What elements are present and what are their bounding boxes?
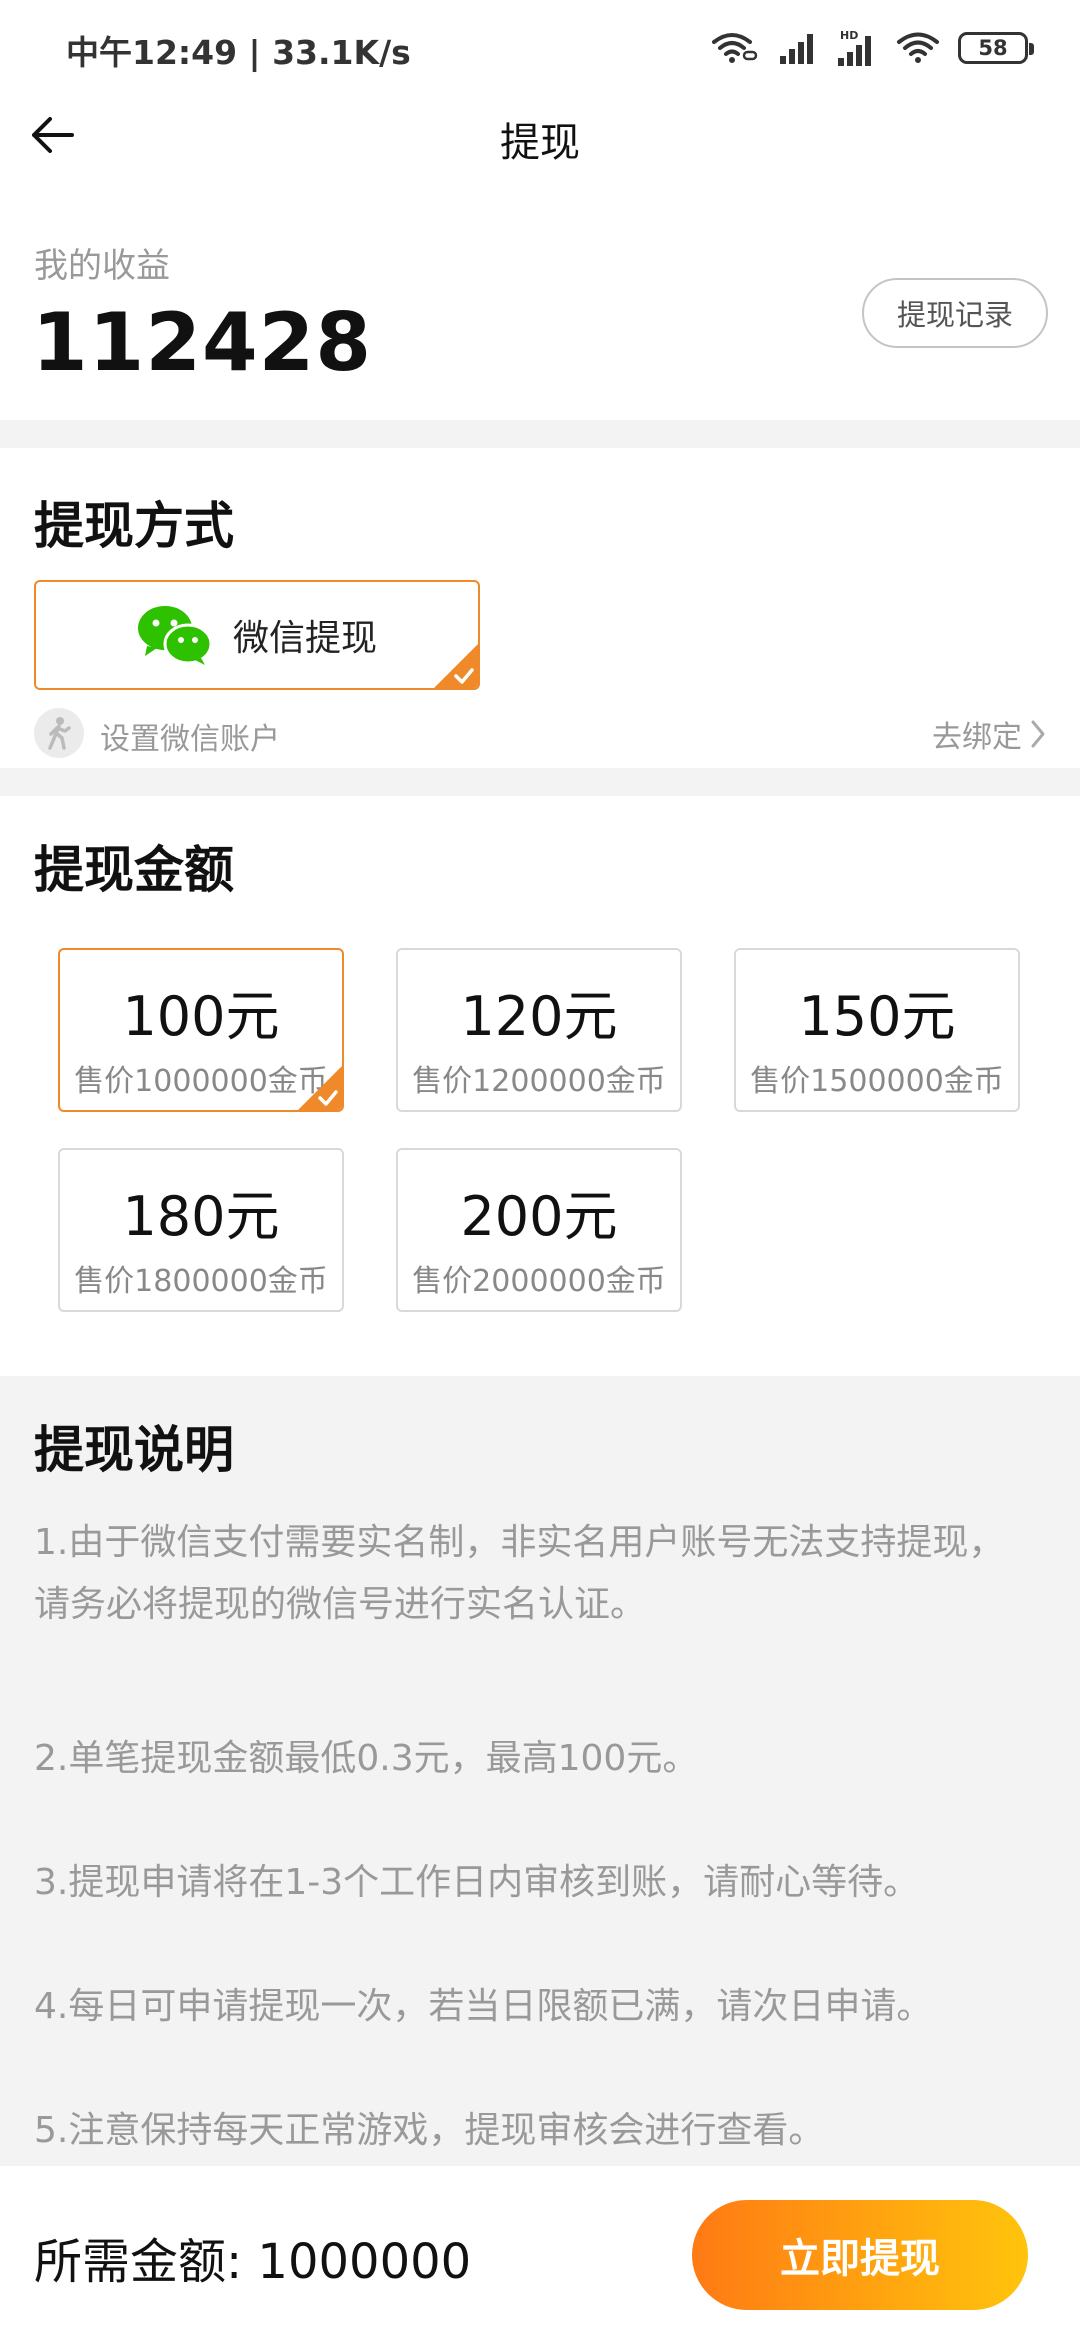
withdraw-now-button[interactable]: 立即提现 <box>692 2200 1028 2310</box>
wifi-link-icon <box>712 33 758 63</box>
amount-price: 售价1800000金币 <box>74 1264 328 1299</box>
required-amount: 所需金额: 1000000 <box>34 2234 472 2290</box>
hd-label: HD <box>840 29 858 42</box>
withdraw-record-button[interactable]: 提现记录 <box>862 278 1048 348</box>
note-item: 2.单笔提现金额最低0.3元，最高100元。 <box>34 1738 699 1779</box>
notes-title: 提现说明 <box>34 1421 234 1479</box>
bind-link-label: 去绑定 <box>932 720 1022 755</box>
section-divider <box>0 420 1080 448</box>
amount-price: 售价1500000金币 <box>750 1064 1004 1099</box>
withdraw-method-section: 提现方式 微信提现 设置微信账户 去绑定 <box>0 448 1080 768</box>
selected-check-icon <box>434 644 478 688</box>
earnings-section: 我的收益 112428 提现记录 <box>0 220 1080 420</box>
amount-price: 售价1200000金币 <box>412 1064 666 1099</box>
status-icons: HD 58 <box>710 28 1034 68</box>
wechat-withdraw-option[interactable]: 微信提现 <box>34 580 480 690</box>
amount-option-120[interactable]: 120元 售价1200000金币 <box>396 948 682 1112</box>
signal-icon <box>780 34 813 64</box>
amount-price: 售价2000000金币 <box>412 1264 666 1299</box>
amount-value: 120元 <box>460 985 618 1048</box>
bottom-bar: 所需金额: 1000000 立即提现 <box>0 2166 1080 2340</box>
bind-wechat-row[interactable]: 设置微信账户 去绑定 <box>34 706 1046 762</box>
earnings-value: 112428 <box>32 296 372 389</box>
page-title: 提现 <box>500 120 580 166</box>
selected-check-icon <box>298 1066 342 1110</box>
amount-option-100[interactable]: 100元 售价1000000金币 <box>58 948 344 1112</box>
withdraw-notes-section: 提现说明 1.由于微信支付需要实名制，非实名用户账号无法支持提现，请务必将提现的… <box>0 1376 1080 2166</box>
amount-value: 200元 <box>460 1185 618 1248</box>
wechat-icon <box>137 606 213 665</box>
nav-bar: 提现 <box>0 96 1080 176</box>
amount-option-150[interactable]: 150元 售价1500000金币 <box>734 948 1020 1112</box>
note-item: 3.提现申请将在1-3个工作日内审核到账，请耐心等待。 <box>34 1862 920 1903</box>
withdraw-page: 中午12:49 | 33.1K/s HD 58 提现 我的收益 112428 提… <box>0 0 1080 2340</box>
walking-person-icon <box>34 708 84 758</box>
hd-signal-icon: HD <box>838 29 871 66</box>
battery-level: 58 <box>978 36 1008 60</box>
status-bar: 中午12:49 | 33.1K/s HD 58 <box>0 0 1080 96</box>
amount-option-180[interactable]: 180元 售价1800000金币 <box>58 1148 344 1312</box>
amount-value: 180元 <box>122 1185 280 1248</box>
earnings-label: 我的收益 <box>34 246 170 286</box>
amount-title: 提现金额 <box>34 841 234 899</box>
bind-link[interactable]: 去绑定 <box>932 712 1046 756</box>
section-divider <box>0 768 1080 796</box>
status-time-speed: 中午12:49 | 33.1K/s <box>66 33 411 72</box>
method-title: 提现方式 <box>34 497 234 555</box>
wechat-option-label: 微信提现 <box>232 618 377 659</box>
battery-icon: 58 <box>958 32 1034 64</box>
amount-value: 150元 <box>798 985 956 1048</box>
amount-option-200[interactable]: 200元 售价2000000金币 <box>396 1148 682 1312</box>
withdraw-amount-section: 提现金额 100元 售价1000000金币 120元 售价1200000金币 1… <box>0 796 1080 1376</box>
bind-wechat-label: 设置微信账户 <box>100 722 280 757</box>
note-item: 1.由于微信支付需要实名制，非实名用户账号无法支持提现，请务必将提现的微信号进行… <box>34 1522 1005 1625</box>
chevron-right-icon <box>1031 720 1045 748</box>
note-item: 4.每日可申请提现一次，若当日限额已满，请次日申请。 <box>34 1986 933 2027</box>
amount-value: 100元 <box>122 985 280 1048</box>
wifi-icon <box>897 32 939 63</box>
note-item: 5.注意保持每天正常游戏，提现审核会进行查看。 <box>34 2110 825 2151</box>
